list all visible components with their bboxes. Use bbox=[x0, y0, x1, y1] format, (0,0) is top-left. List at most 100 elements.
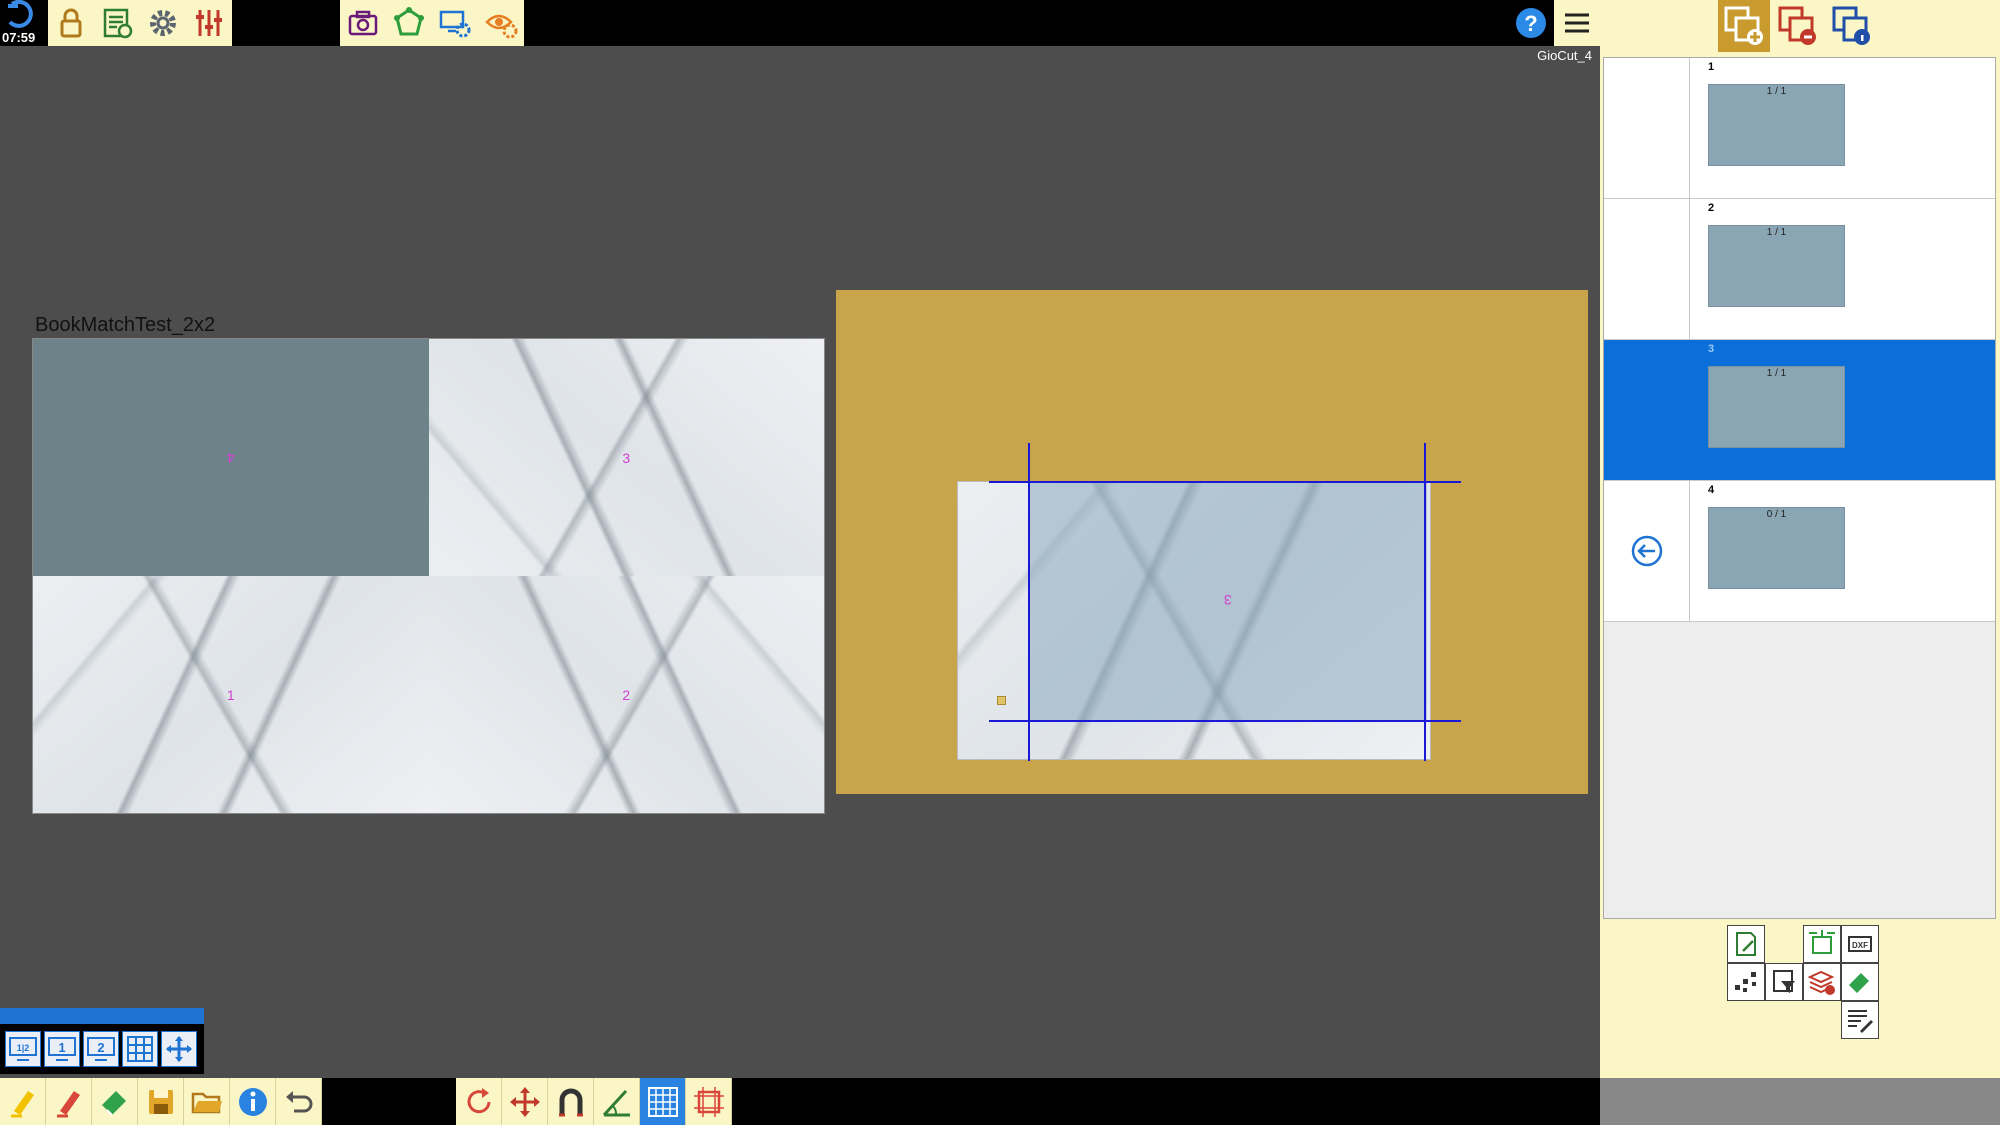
grid-toggle-button[interactable] bbox=[640, 1078, 686, 1125]
job-report-icon bbox=[103, 8, 133, 39]
move-button[interactable] bbox=[502, 1078, 548, 1125]
grid-icon bbox=[647, 1086, 678, 1117]
svg-text:1: 1 bbox=[58, 1040, 65, 1055]
menu-button[interactable] bbox=[1554, 0, 1600, 46]
piece-count: 0 / 1 bbox=[1766, 509, 1787, 520]
add-piece-button[interactable] bbox=[1718, 0, 1770, 52]
marker-button[interactable] bbox=[46, 1078, 92, 1125]
piece-item-actions bbox=[1604, 199, 1690, 339]
undo-button[interactable] bbox=[276, 1078, 322, 1125]
status-area bbox=[1600, 1078, 2000, 1125]
move-icon bbox=[509, 1086, 540, 1117]
edit-list-button[interactable] bbox=[1841, 1001, 1879, 1039]
adjustments-button[interactable] bbox=[186, 0, 232, 46]
piece-filter-icon bbox=[1773, 970, 1795, 993]
bottom-toolbar bbox=[0, 1078, 1600, 1125]
edit-piece-button[interactable] bbox=[1727, 925, 1765, 963]
piece-item[interactable]: 4 0 / 1 bbox=[1604, 481, 1995, 622]
help-button[interactable]: ? bbox=[1508, 0, 1554, 46]
piece-info-button[interactable] bbox=[1826, 0, 1878, 52]
measure-angle-icon bbox=[602, 1089, 630, 1116]
dxf-export-icon: DXF bbox=[1848, 936, 1872, 952]
piece-item[interactable]: 1 1 / 1 bbox=[1604, 58, 1995, 199]
screen-settings-button[interactable] bbox=[432, 0, 478, 46]
view-toolbar: 1|2 1 2 bbox=[0, 1008, 204, 1074]
bookmatch-layout-panel[interactable]: 4 3 1 2 bbox=[32, 338, 825, 814]
cut-line-horizontal[interactable] bbox=[989, 720, 1461, 722]
erase-piece-button[interactable] bbox=[1841, 963, 1879, 1001]
remove-piece-icon bbox=[1778, 6, 1816, 45]
quadrant-label: 1 bbox=[226, 686, 235, 703]
piece-count: 1 / 1 bbox=[1766, 368, 1787, 379]
piece-list[interactable]: 1 1 / 1 2 1 / 1 3 1 / 1 4 0 / 1 bbox=[1603, 57, 1996, 919]
shape-edit-icon bbox=[394, 7, 424, 36]
rotate-button[interactable] bbox=[456, 1078, 502, 1125]
machine-name: GioCut_4 bbox=[1537, 48, 1592, 63]
nest-piece-icon bbox=[1809, 930, 1835, 954]
save-button[interactable] bbox=[138, 1078, 184, 1125]
cut-line-horizontal[interactable] bbox=[989, 481, 1461, 483]
job-report-button[interactable] bbox=[94, 0, 140, 46]
arrow-left-icon[interactable] bbox=[1630, 534, 1664, 568]
view-both-screens-button[interactable]: 1|2 bbox=[5, 1031, 41, 1067]
open-folder-button[interactable] bbox=[184, 1078, 230, 1125]
highlighter-icon bbox=[10, 1090, 34, 1117]
quadrant-label: 4 bbox=[226, 449, 235, 466]
piece-number: 1 bbox=[1708, 61, 1715, 73]
magnet-button[interactable] bbox=[548, 1078, 594, 1125]
remove-piece-button[interactable] bbox=[1772, 0, 1824, 52]
piece-thumbnail: 1 / 1 bbox=[1708, 366, 1845, 448]
help-icon: ? bbox=[1516, 8, 1546, 38]
view-settings-button[interactable] bbox=[478, 0, 524, 46]
export-dxf-button[interactable]: DXF bbox=[1841, 925, 1879, 963]
measure-angle-button[interactable] bbox=[594, 1078, 640, 1125]
scatter-icon bbox=[1735, 972, 1756, 992]
quadrant-label: 2 bbox=[622, 686, 631, 703]
view-screen-1-button[interactable]: 1 bbox=[44, 1031, 80, 1067]
piece-item-actions bbox=[1604, 481, 1690, 621]
screen-2-icon: 2 bbox=[87, 1037, 115, 1061]
view-screen-2-button[interactable]: 2 bbox=[83, 1031, 119, 1067]
piece-item-actions bbox=[1604, 340, 1690, 480]
edit-piece-icon bbox=[1736, 932, 1756, 956]
open-folder-icon bbox=[191, 1092, 222, 1113]
magnet-icon bbox=[558, 1088, 583, 1116]
nest-piece-button[interactable] bbox=[1803, 925, 1841, 963]
piece-filter-button[interactable] bbox=[1765, 963, 1803, 1001]
settings-button[interactable] bbox=[140, 0, 186, 46]
eye-settings-icon bbox=[485, 14, 518, 39]
piece-thumbnail: 1 / 1 bbox=[1708, 84, 1845, 166]
info-button[interactable] bbox=[230, 1078, 276, 1125]
fit-frame-button[interactable] bbox=[686, 1078, 732, 1125]
save-icon bbox=[148, 1089, 173, 1114]
eraser-button[interactable] bbox=[92, 1078, 138, 1125]
piece-item-selected[interactable]: 3 1 / 1 bbox=[1604, 340, 1995, 481]
piece-number: 3 bbox=[1708, 343, 1715, 355]
lock-button[interactable] bbox=[48, 0, 94, 46]
app-logo-icon bbox=[8, 0, 33, 28]
cut-line-vertical[interactable] bbox=[1424, 443, 1426, 761]
undo-icon bbox=[285, 1090, 312, 1112]
pan-view-button[interactable] bbox=[161, 1031, 197, 1067]
piece-thumbnail: 0 / 1 bbox=[1708, 507, 1845, 589]
edit-list-icon bbox=[1848, 1010, 1873, 1033]
layout-quadrant[interactable]: 4 bbox=[33, 339, 429, 576]
piece-item[interactable]: 2 1 / 1 bbox=[1604, 199, 1995, 340]
menu-icon bbox=[1565, 13, 1589, 33]
screen-1-icon: 1 bbox=[48, 1037, 76, 1061]
cut-line-vertical[interactable] bbox=[1028, 443, 1030, 761]
camera-button[interactable] bbox=[340, 0, 386, 46]
view-grid-button[interactable] bbox=[122, 1031, 158, 1067]
view-toolbar-header bbox=[0, 1008, 204, 1024]
highlighter-button[interactable] bbox=[0, 1078, 46, 1125]
slab-piece-label: 3 bbox=[1224, 592, 1232, 608]
delete-layers-button[interactable] bbox=[1803, 963, 1841, 1001]
slab-view-panel[interactable]: 3 bbox=[836, 290, 1588, 794]
svg-text:DXF: DXF bbox=[1852, 941, 1868, 950]
move-arrows-icon bbox=[166, 1036, 192, 1062]
pieces-sidebar: 1 1 / 1 2 1 / 1 3 1 / 1 4 0 / 1 DXF bbox=[1600, 0, 2000, 1078]
scatter-pieces-button[interactable] bbox=[1727, 963, 1765, 1001]
shape-edit-button[interactable] bbox=[386, 0, 432, 46]
svg-text:?: ? bbox=[1524, 11, 1537, 36]
add-piece-icon bbox=[1724, 6, 1763, 45]
